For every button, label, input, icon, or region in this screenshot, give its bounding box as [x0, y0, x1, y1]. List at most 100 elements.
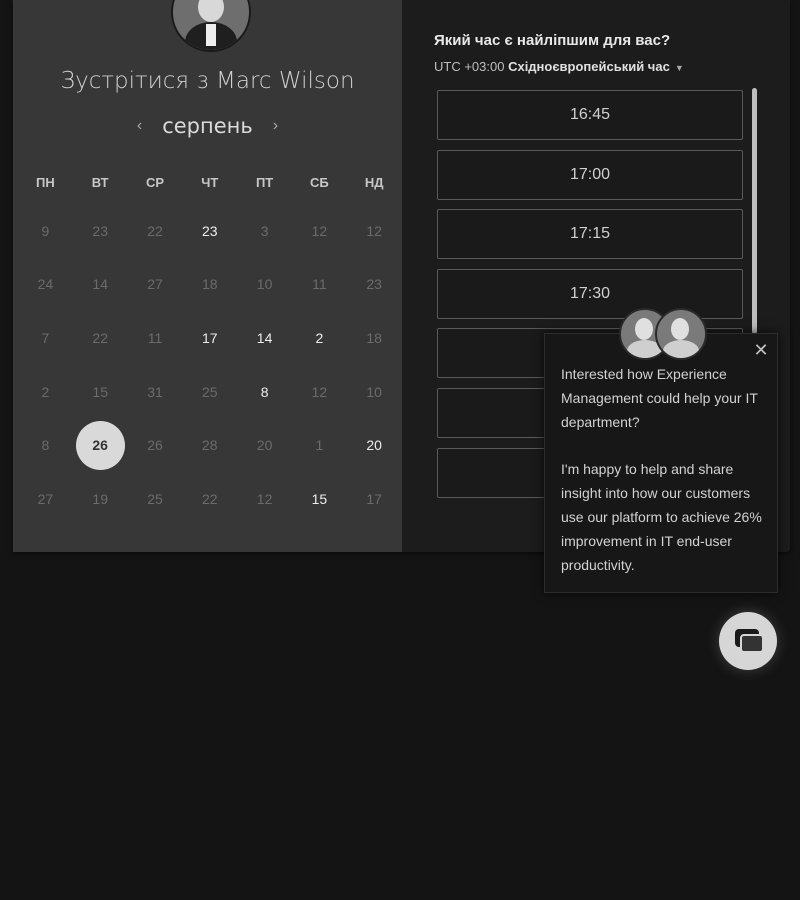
calendar-week: 27 19 25 22 12 15 17	[18, 472, 402, 526]
chat-launcher-button[interactable]	[719, 612, 777, 670]
calendar-day: 3	[260, 222, 269, 239]
calendar-day[interactable]: 15	[312, 491, 328, 507]
calendar-day[interactable]: 17	[202, 330, 218, 346]
time-question: Який час є найліпшим для вас?	[434, 32, 671, 49]
calendar-cell: 12	[237, 491, 292, 507]
calendar-day: 24	[37, 276, 54, 293]
chevron-left-icon[interactable]: ‹	[133, 117, 146, 135]
calendar-cell: 17	[347, 491, 402, 507]
calendar-day: 27	[37, 490, 54, 507]
popup-message: I'm happy to help and share insight into…	[561, 461, 762, 573]
calendar-day[interactable]: 14	[257, 330, 273, 346]
calendar-cell: 7	[18, 330, 73, 346]
calendar-cell: 10	[347, 384, 402, 400]
calendar-cell: 15	[73, 384, 128, 400]
calendar-day: 18	[366, 329, 382, 346]
calendar-day: 12	[311, 222, 328, 239]
calendar-cell: 20	[347, 437, 402, 453]
calendar-cell: 14	[237, 330, 292, 346]
chevron-right-icon[interactable]: ›	[269, 117, 282, 135]
calendar-cell: 12	[292, 384, 347, 400]
calendar-cell: 23	[182, 223, 237, 239]
host-avatar-icon	[171, 0, 251, 52]
calendar-day[interactable]: 23	[202, 223, 218, 239]
weekday-label: ЧТ	[201, 174, 219, 190]
timezone-selector[interactable]: UTC +03:00 Східноєвропейський час ▼	[434, 59, 684, 74]
calendar-day: 18	[202, 276, 218, 293]
calendar-cell: 22	[128, 223, 183, 239]
calendar-day: 20	[256, 437, 273, 454]
calendar-cell: 26	[73, 420, 128, 470]
time-slot-button[interactable]: 16:45	[437, 90, 743, 140]
calendar-day: 8	[41, 437, 50, 454]
calendar-day: 7	[41, 329, 50, 346]
calendar-day: 12	[311, 383, 328, 400]
calendar-cell: 25	[182, 384, 237, 400]
month-label: серпень	[162, 114, 253, 138]
calendar-cell: 3	[237, 223, 292, 239]
calendar-day-selected[interactable]: 26	[75, 420, 125, 470]
calendar-cell: 12	[347, 223, 402, 239]
page-title: Зустрітися з Marc Wilson	[60, 68, 355, 94]
calendar-day: 28	[202, 437, 218, 454]
calendar-day: 11	[312, 276, 327, 293]
calendar-day: 25	[202, 383, 218, 400]
time-slot-button[interactable]: 17:30	[437, 268, 743, 319]
calendar-day: 31	[147, 383, 163, 400]
calendar-week: 9 23 22 23 3 12 12	[18, 204, 402, 258]
calendar-cell: 2	[292, 330, 347, 346]
calendar-cell: 12	[292, 223, 347, 239]
calendar-day: 10	[256, 276, 273, 293]
calendar-cell: 15	[292, 491, 347, 507]
calendar-cell: 2	[18, 384, 73, 400]
calendar-cell: 14	[73, 276, 128, 292]
calendar-day[interactable]: 2	[315, 330, 323, 346]
calendar-day: 15	[92, 383, 108, 400]
timezone-name: Східноєвропейський час	[508, 59, 670, 74]
popup-message: Interested how Experience Management cou…	[561, 366, 758, 430]
month-navigation: ‹ серпень ›	[13, 114, 402, 138]
calendar-day[interactable]: 8	[261, 384, 269, 400]
calendar-day: 26	[147, 437, 163, 454]
calendar-cell: 20	[237, 437, 292, 453]
time-slot-button[interactable]: 17:00	[437, 149, 743, 200]
calendar-day: 12	[366, 222, 382, 239]
calendar-day: 25	[147, 490, 163, 507]
weekday-label: ВТ	[91, 174, 109, 190]
calendar-cell: 18	[347, 330, 402, 346]
calendar-day: 23	[366, 276, 382, 293]
calendar-cell: 22	[182, 491, 237, 507]
calendar-cell: 25	[128, 491, 183, 507]
calendar-cell: 31	[128, 384, 183, 400]
agent-avatar-icon	[655, 308, 707, 360]
calendar-panel: Зустрітися з Marc Wilson ‹ серпень › ПН В…	[13, 0, 402, 552]
calendar-day: 23	[92, 222, 108, 239]
calendar-cell: 27	[128, 276, 183, 292]
calendar-day: 22	[202, 490, 218, 507]
calendar-cell: 10	[237, 276, 292, 292]
calendar-grid: ПН ВТ СР ЧТ ПТ СБ НД 9 23 22 23 3 12 12 24 14 27 18 10 11 23…	[18, 160, 402, 526]
chat-popup: ✕ Interested how Experience Management c…	[544, 333, 778, 593]
calendar-day: 27	[147, 276, 163, 293]
weekday-label: ПН	[36, 174, 55, 190]
weekday-label: ПТ	[255, 174, 274, 190]
calendar-cell: 27	[18, 491, 73, 507]
weekday-label: СР	[145, 174, 165, 190]
calendar-cell: 23	[347, 276, 402, 292]
scrollbar[interactable]	[752, 88, 757, 334]
calendar-cell: 19	[73, 491, 128, 507]
close-icon[interactable]: ✕	[753, 341, 769, 359]
weekday-label: НД	[364, 174, 384, 190]
calendar-day: 9	[41, 222, 50, 239]
calendar-day: 11	[147, 329, 163, 346]
calendar-day: 10	[366, 383, 382, 400]
calendar-day: 17	[366, 490, 382, 507]
calendar-week: 24 14 27 18 10 11 23	[18, 258, 402, 312]
calendar-cell: 23	[73, 223, 128, 239]
calendar-week: 2 15 31 25 8 12 10	[18, 365, 402, 419]
calendar-day: 19	[92, 490, 108, 507]
calendar-day[interactable]: 20	[366, 437, 382, 453]
time-slot-button[interactable]: 17:15	[437, 209, 743, 260]
calendar-day: 2	[41, 383, 50, 400]
calendar-cell: 18	[182, 276, 237, 292]
